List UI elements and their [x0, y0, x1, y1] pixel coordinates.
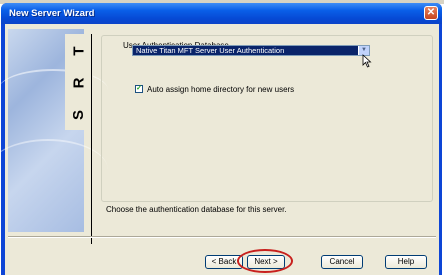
close-button[interactable]: ✕: [424, 6, 438, 20]
logo-letter: R: [70, 76, 88, 88]
auto-assign-checkbox[interactable]: ✓: [135, 85, 143, 93]
hint-text: Choose the authentication database for t…: [106, 205, 287, 214]
divider: [8, 236, 436, 238]
check-icon: ✓: [136, 85, 142, 92]
logo-divider: [91, 34, 92, 244]
srt-logo: T R S: [65, 34, 93, 130]
wizard-window: New Server Wizard ✕ T R S User Authentic…: [0, 3, 442, 275]
logo-letter: T: [70, 44, 88, 56]
cancel-button[interactable]: Cancel: [321, 255, 363, 269]
wizard-body: T R S User Authentication Database Nativ…: [0, 24, 439, 275]
auth-database-select[interactable]: Native Titan MFT Server User Authenticat…: [132, 45, 370, 56]
help-button[interactable]: Help: [385, 255, 427, 269]
auth-database-value: Native Titan MFT Server User Authenticat…: [136, 46, 285, 55]
logo-letter: S: [70, 108, 88, 120]
auth-groupbox: User Authentication Database: [101, 35, 433, 202]
title-bar[interactable]: New Server Wizard ✕: [1, 3, 442, 24]
close-icon: ✕: [426, 7, 436, 18]
window-title: New Server Wizard: [9, 8, 95, 19]
auto-assign-label[interactable]: Auto assign home directory for new users: [147, 85, 294, 94]
next-highlight-circle: [237, 249, 293, 273]
mouse-cursor-icon: [362, 54, 372, 68]
